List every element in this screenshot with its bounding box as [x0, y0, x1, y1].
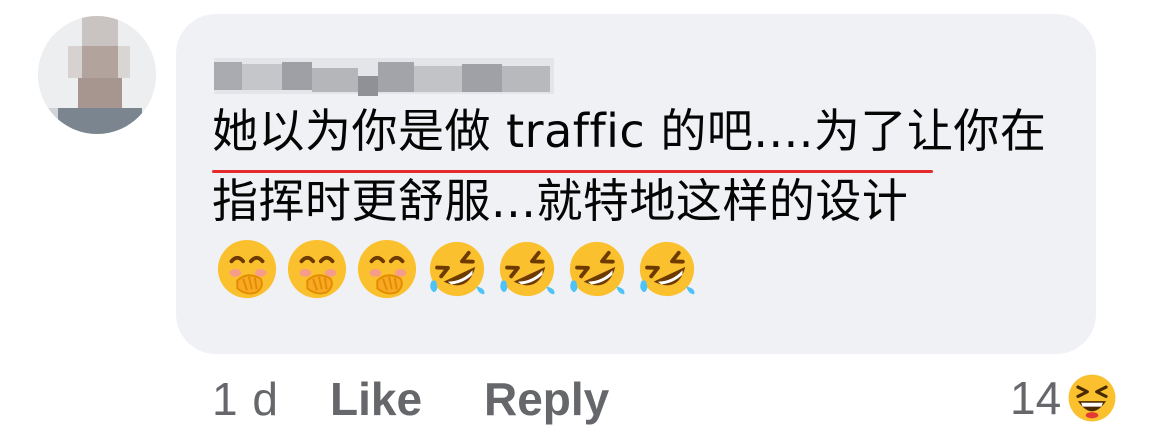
reaction-count: 14 — [1010, 372, 1062, 424]
avatar[interactable] — [38, 16, 156, 134]
hand-over-mouth-emoji — [357, 239, 417, 298]
reply-button[interactable]: Reply — [484, 372, 609, 426]
comment-item: 她以为你是做 traffic 的吧....为了让你在指挥时更舒服...就特地这样… — [0, 0, 1170, 441]
red-underline — [212, 170, 933, 173]
comment-underlined-text: 她以为你是做 traffic 的吧.... — [212, 104, 814, 158]
emoji-row — [216, 238, 698, 300]
like-button[interactable]: Like — [330, 372, 422, 426]
hand-over-mouth-emoji — [217, 239, 277, 298]
timestamp[interactable]: 1 d — [212, 372, 279, 426]
grinning-squinting-emoji — [1068, 374, 1116, 422]
rofl-emoji — [429, 241, 485, 296]
rofl-emoji — [499, 241, 555, 296]
reaction-summary[interactable]: 14 — [1010, 372, 1117, 424]
rofl-emoji — [569, 241, 625, 296]
author-name-blurred[interactable] — [214, 58, 554, 96]
rofl-emoji — [639, 241, 695, 296]
comment-text: 她以为你是做 traffic 的吧....为了让你在指挥时更舒服...就特地这样… — [212, 96, 1072, 306]
hand-over-mouth-emoji — [287, 239, 347, 298]
